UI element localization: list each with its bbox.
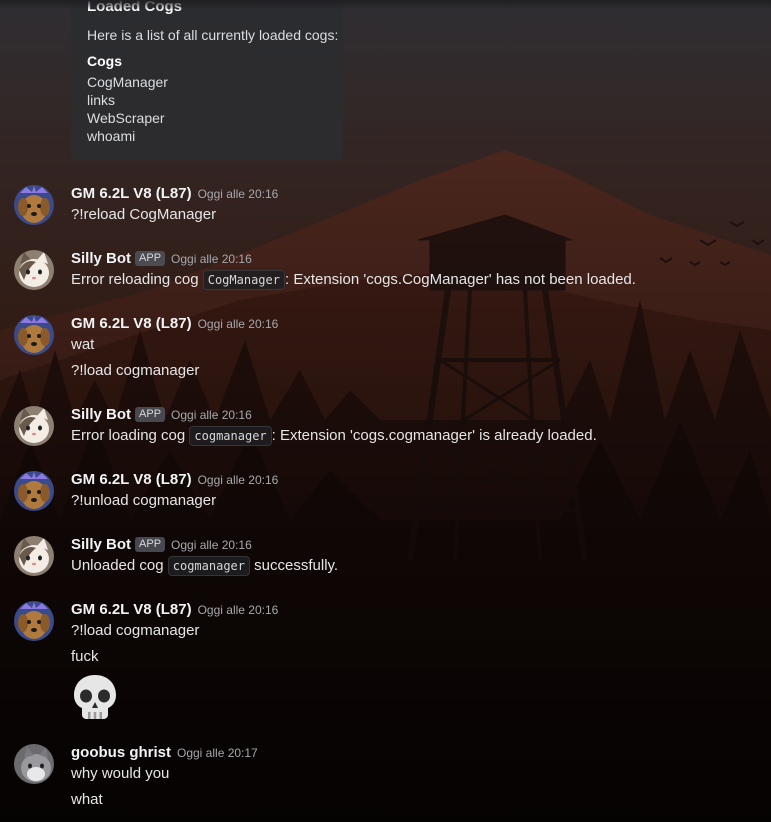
username[interactable]: Silly Bot xyxy=(71,250,131,267)
message-header: goobus ghrist Oggi alle 20:17 xyxy=(71,744,258,762)
text-segment: Error loading cog xyxy=(71,427,190,444)
loaded-cogs-embed: Loaded Cogs Here is a list of all curren… xyxy=(71,0,343,160)
dog-avatar-icon xyxy=(14,185,54,225)
cat-avatar-icon xyxy=(14,744,54,784)
message-text: Error reloading cog CogManager: Extensio… xyxy=(71,270,636,290)
message-header: Silly Bot APP Oggi alle 20:16 xyxy=(71,536,252,554)
inline-code: CogManager xyxy=(202,270,285,290)
timestamp[interactable]: Oggi alle 20:16 xyxy=(171,408,252,422)
cat-avatar-icon xyxy=(14,536,54,576)
top-shadow xyxy=(0,0,771,10)
skull-emoji-icon[interactable] xyxy=(71,673,119,721)
message-text: why would you xyxy=(71,765,170,782)
message-text: ?!load cogmanager xyxy=(71,362,200,379)
username[interactable]: goobus ghrist xyxy=(71,744,171,761)
avatar-gm[interactable] xyxy=(14,601,54,641)
timestamp[interactable]: Oggi alle 20:16 xyxy=(171,252,252,266)
text-segment: : Extension 'cogs.cogmanager' is already… xyxy=(271,427,597,444)
timestamp[interactable]: Oggi alle 20:16 xyxy=(198,603,279,617)
message-text: ?!unload cogmanager xyxy=(71,492,217,509)
username[interactable]: Silly Bot xyxy=(71,406,131,423)
message-header: Silly Bot APP Oggi alle 20:16 xyxy=(71,250,252,268)
cat-avatar-icon xyxy=(14,406,54,446)
message-header: GM 6.2L V8 (L87) Oggi alle 20:16 xyxy=(71,471,278,489)
text-segment: Unloaded cog xyxy=(71,557,168,574)
timestamp[interactable]: Oggi alle 20:16 xyxy=(198,317,279,331)
message-header: GM 6.2L V8 (L87) Oggi alle 20:16 xyxy=(71,601,278,619)
embed-field-values: CogManager links WebScraper whoami xyxy=(87,73,168,145)
embed-description: Here is a list of all currently loaded c… xyxy=(87,27,339,43)
cog-item: CogManager xyxy=(87,74,168,90)
message-text: ?!reload CogManager xyxy=(71,206,217,223)
dog-avatar-icon xyxy=(14,315,54,355)
cog-item: links xyxy=(87,92,116,108)
dog-avatar-icon xyxy=(14,601,54,641)
username[interactable]: GM 6.2L V8 (L87) xyxy=(71,471,192,488)
username[interactable]: Silly Bot xyxy=(71,536,131,553)
text-segment: Error reloading cog xyxy=(71,271,203,288)
avatar-silly-bot[interactable] xyxy=(14,536,54,576)
message-header: Silly Bot APP Oggi alle 20:16 xyxy=(71,406,252,424)
avatar-goobus[interactable] xyxy=(14,744,54,784)
embed-field-name: Cogs xyxy=(87,53,122,69)
cog-item: whoami xyxy=(87,128,136,144)
inline-code: cogmanager xyxy=(167,556,250,576)
message-text: Unloaded cog cogmanager successfully. xyxy=(71,556,339,576)
cog-item: WebScraper xyxy=(87,110,165,126)
avatar-silly-bot[interactable] xyxy=(14,250,54,290)
avatar-gm[interactable] xyxy=(14,315,54,355)
timestamp[interactable]: Oggi alle 20:17 xyxy=(177,746,258,760)
username[interactable]: GM 6.2L V8 (L87) xyxy=(71,601,192,618)
message-text: wat xyxy=(71,336,95,353)
timestamp[interactable]: Oggi alle 20:16 xyxy=(198,473,279,487)
username[interactable]: GM 6.2L V8 (L87) xyxy=(71,185,192,202)
avatar-gm[interactable] xyxy=(14,471,54,511)
dog-avatar-icon xyxy=(14,471,54,511)
app-badge: APP xyxy=(135,251,166,266)
timestamp[interactable]: Oggi alle 20:16 xyxy=(198,187,279,201)
avatar-silly-bot[interactable] xyxy=(14,406,54,446)
message-header: GM 6.2L V8 (L87) Oggi alle 20:16 xyxy=(71,185,278,203)
message-text: fuck xyxy=(71,648,99,665)
message-text: what xyxy=(71,791,103,808)
cat-avatar-icon xyxy=(14,250,54,290)
username[interactable]: GM 6.2L V8 (L87) xyxy=(71,315,192,332)
text-segment: successfully. xyxy=(250,557,339,574)
inline-code: cogmanager xyxy=(189,426,272,446)
timestamp[interactable]: Oggi alle 20:16 xyxy=(171,538,252,552)
app-badge: APP xyxy=(135,537,166,552)
message-list: Loaded Cogs Here is a list of all curren… xyxy=(0,0,771,822)
avatar-gm[interactable] xyxy=(14,185,54,225)
app-badge: APP xyxy=(135,407,166,422)
message-text: Error loading cog cogmanager: Extension … xyxy=(71,426,597,446)
text-segment: : Extension 'cogs.CogManager' has not be… xyxy=(284,271,636,288)
message-text: ?!load cogmanager xyxy=(71,622,200,639)
message-header: GM 6.2L V8 (L87) Oggi alle 20:16 xyxy=(71,315,278,333)
